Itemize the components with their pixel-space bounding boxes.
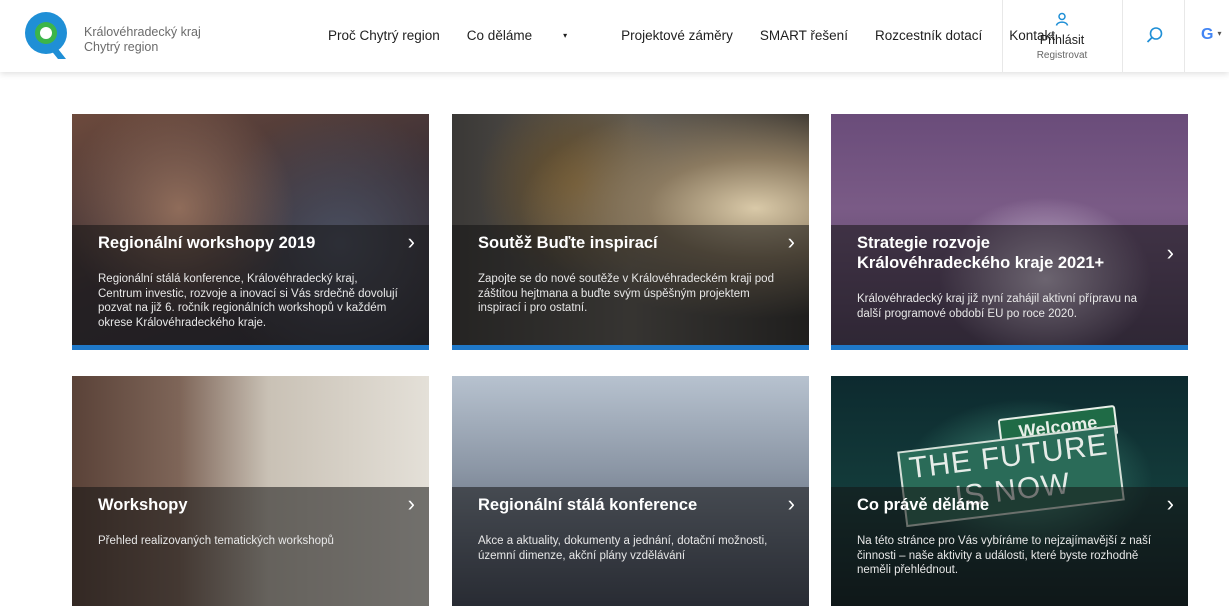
card-description: Akce a aktuality, dokumenty a jednání, d… [478,535,768,562]
card-title: Soutěž Buďte inspirací [478,234,658,252]
card-workshopy[interactable]: Workshopy › Přehled realizovaných temati… [72,376,429,606]
card-soutez-budte-inspiraci[interactable]: Soutěž Buďte inspirací › Zapojte se do n… [452,114,809,350]
login-label: Přihlásit [1039,33,1085,47]
chevron-down-icon: ▾ [563,31,568,40]
card-description: Královéhradecký kraj již nyní zahájil ak… [857,293,1137,320]
card-title: Co právě děláme [857,496,990,514]
card-description: Na této stránce pro Vás vybíráme to nejz… [857,535,1152,576]
nav-item-smart-reseni[interactable]: SMART řešení [760,28,848,43]
brand-line-2: Chytrý region [84,40,159,54]
card-regionalni-workshopy-2019[interactable]: Regionální workshopy 2019 › Regionální s… [72,114,429,350]
nav-item-proc-chytry-region[interactable]: Proč Chytrý region [328,28,440,43]
chevron-down-icon: ▾ [1217,29,1222,38]
card-regionalni-stala-konference[interactable]: Regionální stálá konference › Akce a akt… [452,376,809,606]
card-description: Zapojte se do nové soutěže v Královéhrad… [478,273,774,314]
card-description: Regionální stálá konference, Královéhrad… [98,273,398,329]
card-title: Strategie rozvoje Královéhradeckého kraj… [857,234,1105,272]
card-co-prave-delame[interactable]: Welcome THE FUTURE IS NOW Co právě dělám… [831,376,1188,606]
brand-line-1: Královéhradecký kraj [84,25,201,39]
card-strategie-rozvoje[interactable]: Strategie rozvoje Královéhradeckého kraj… [831,114,1188,350]
card-description: Přehled realizovaných tematických worksh… [98,535,334,547]
user-icon [1055,12,1069,26]
nav-item-rozcestnik-dotaci[interactable]: Rozcestník dotací [875,28,982,43]
header-divider [1184,0,1185,72]
chevron-right-icon: › [1166,491,1174,516]
chevron-right-icon: › [407,229,415,254]
nav-item-projektove-zamery[interactable]: Projektové záměry [621,28,733,43]
card-accent-bar [452,345,809,350]
chytry-region-logo[interactable] [22,9,70,61]
card-title: Workshopy [98,496,188,514]
nav-item-co-delame[interactable]: Co děláme ▾ [467,28,594,43]
card-title: Regionální stálá konference [478,496,698,514]
login-button[interactable]: Přihlásit Registrovat [1003,12,1121,61]
google-letter: G [1201,26,1214,43]
search-icon[interactable] [1146,26,1164,44]
card-title: Regionální workshopy 2019 [98,234,316,252]
card-accent-bar [831,345,1188,350]
site-header: Královéhradecký kraj Chytrý region Proč … [0,0,1229,72]
register-link[interactable]: Registrovat [1003,50,1121,61]
main-nav: Proč Chytrý region Co děláme ▾ Projektové… [328,28,1082,43]
header-divider [1122,0,1123,72]
chevron-right-icon: › [407,491,415,516]
google-translate-icon[interactable]: G ▾ [1201,26,1221,44]
chevron-right-icon: › [787,491,795,516]
brand-text[interactable]: Královéhradecký kraj Chytrý region [84,25,201,55]
chevron-right-icon: › [1166,240,1174,265]
chevron-right-icon: › [787,229,795,254]
nav-item-label: Co děláme [466,28,533,43]
card-accent-bar [72,345,429,350]
